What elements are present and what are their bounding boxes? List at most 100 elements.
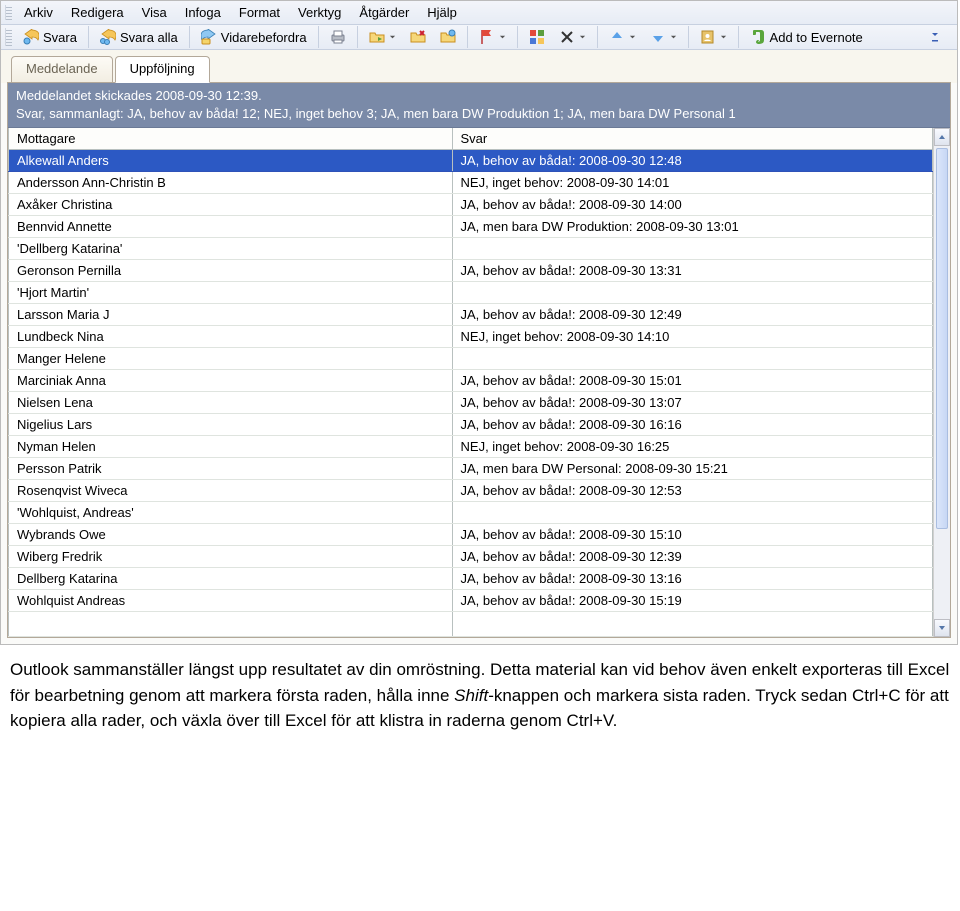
table-row[interactable]: Persson PatrikJA, men bara DW Personal: … [9, 458, 933, 480]
folder-move-icon [369, 29, 385, 45]
menubar: Arkiv Redigera Visa Infoga Format Verkty… [1, 1, 957, 25]
cell-answer: JA, behov av båda!: 2008-09-30 12:49 [452, 304, 932, 326]
find-button[interactable] [695, 26, 732, 48]
shift-key-text: Shift [454, 686, 488, 705]
caption-text: Outlook sammanställer längst upp resulta… [0, 645, 960, 750]
rules-icon [440, 29, 456, 45]
cell-recipient: Axåker Christina [9, 194, 453, 216]
cell-answer: JA, behov av båda!: 2008-09-30 12:53 [452, 480, 932, 502]
delete-message-button[interactable] [405, 26, 431, 48]
table-row[interactable]: Axåker ChristinaJA, behov av båda!: 2008… [9, 194, 933, 216]
chevron-down-icon [389, 34, 396, 41]
menu-arkiv[interactable]: Arkiv [16, 3, 61, 22]
separator [88, 26, 89, 48]
separator [738, 26, 739, 48]
table-row[interactable]: Rosenqvist WivecaJA, behov av båda!: 200… [9, 480, 933, 502]
next-item-button[interactable] [645, 26, 682, 48]
categorize-button[interactable] [524, 26, 550, 48]
flag-button[interactable] [474, 26, 511, 48]
table-row[interactable]: Nielsen LenaJA, behov av båda!: 2008-09-… [9, 392, 933, 414]
col-header-answer[interactable]: Svar [452, 128, 932, 150]
menu-redigera[interactable]: Redigera [63, 3, 132, 22]
cell-answer: JA, behov av båda!: 2008-09-30 12:48 [452, 150, 932, 172]
vertical-scrollbar[interactable] [933, 128, 950, 637]
tab-meddelande[interactable]: Meddelande [11, 56, 113, 83]
delete-icon [410, 29, 426, 45]
table-row[interactable]: Larsson Maria JJA, behov av båda!: 2008-… [9, 304, 933, 326]
table-row-blank [9, 612, 933, 637]
table-row[interactable]: Dellberg KatarinaJA, behov av båda!: 200… [9, 568, 933, 590]
address-book-icon [700, 29, 716, 45]
cell-answer: JA, behov av båda!: 2008-09-30 13:07 [452, 392, 932, 414]
table-row[interactable]: Nigelius LarsJA, behov av båda!: 2008-09… [9, 414, 933, 436]
previous-item-button[interactable] [604, 26, 641, 48]
cell-recipient: Nielsen Lena [9, 392, 453, 414]
table-row[interactable]: Bennvid AnnetteJA, men bara DW Produktio… [9, 216, 933, 238]
responses-table: Mottagare Svar Alkewall AndersJA, behov … [8, 128, 933, 637]
cell-recipient: 'Dellberg Katarina' [9, 238, 453, 260]
col-header-recipient[interactable]: Mottagare [9, 128, 453, 150]
toolbar-overflow-button[interactable] [925, 27, 953, 47]
cell-answer: JA, behov av båda!: 2008-09-30 13:16 [452, 568, 932, 590]
cell-recipient: Larsson Maria J [9, 304, 453, 326]
table-row[interactable]: Andersson Ann-Christin BNEJ, inget behov… [9, 172, 933, 194]
forward-label: Vidarebefordra [221, 30, 307, 45]
rules-button[interactable] [435, 26, 461, 48]
table-row[interactable]: Marciniak AnnaJA, behov av båda!: 2008-0… [9, 370, 933, 392]
cell-recipient: Bennvid Annette [9, 216, 453, 238]
table-row[interactable]: Lundbeck NinaNEJ, inget behov: 2008-09-3… [9, 326, 933, 348]
separator [189, 26, 190, 48]
table-row[interactable]: 'Hjort Martin' [9, 282, 933, 304]
followup-panel: Meddelandet skickades 2008-09-30 12:39. … [7, 82, 951, 638]
scroll-track[interactable] [934, 146, 950, 619]
scroll-up-button[interactable] [934, 128, 950, 146]
add-to-evernote-button[interactable]: Add to Evernote [745, 26, 868, 48]
reply-button[interactable]: Svara [18, 26, 82, 48]
separator [318, 26, 319, 48]
table-row[interactable]: Nyman HelenNEJ, inget behov: 2008-09-30 … [9, 436, 933, 458]
table-row[interactable]: Geronson PernillaJA, behov av båda!: 200… [9, 260, 933, 282]
menu-hjalp[interactable]: Hjälp [419, 3, 465, 22]
cell-answer: NEJ, inget behov: 2008-09-30 14:01 [452, 172, 932, 194]
categorize-icon [529, 29, 545, 45]
cell-answer [452, 348, 932, 370]
cell-answer: JA, behov av båda!: 2008-09-30 12:39 [452, 546, 932, 568]
cell-recipient: Rosenqvist Wiveca [9, 480, 453, 502]
cell-recipient: Dellberg Katarina [9, 568, 453, 590]
table-row[interactable]: Wohlquist AndreasJA, behov av båda!: 200… [9, 590, 933, 612]
table-row[interactable]: 'Dellberg Katarina' [9, 238, 933, 260]
print-icon [330, 29, 346, 45]
separator [517, 26, 518, 48]
toolbar-grip[interactable] [5, 5, 12, 20]
scroll-down-button[interactable] [934, 619, 950, 637]
reply-label: Svara [43, 30, 77, 45]
menu-verktyg[interactable]: Verktyg [290, 3, 349, 22]
table-row[interactable]: Alkewall AndersJA, behov av båda!: 2008-… [9, 150, 933, 172]
table-row[interactable]: Wiberg FredrikJA, behov av båda!: 2008-0… [9, 546, 933, 568]
chevron-down-icon [579, 34, 586, 41]
separator [688, 26, 689, 48]
menu-visa[interactable]: Visa [134, 3, 175, 22]
table-row[interactable]: 'Wohlquist, Andreas' [9, 502, 933, 524]
table-row[interactable]: Manger Helene [9, 348, 933, 370]
reply-all-button[interactable]: Svara alla [95, 26, 183, 48]
cell-answer: JA, behov av båda!: 2008-09-30 15:19 [452, 590, 932, 612]
forward-button[interactable]: Vidarebefordra [196, 26, 312, 48]
cell-answer [452, 502, 932, 524]
cell-recipient: 'Hjort Martin' [9, 282, 453, 304]
evernote-label: Add to Evernote [770, 30, 863, 45]
move-to-folder-button[interactable] [364, 26, 401, 48]
print-button[interactable] [325, 26, 351, 48]
menu-format[interactable]: Format [231, 3, 288, 22]
table-row[interactable]: Wybrands OweJA, behov av båda!: 2008-09-… [9, 524, 933, 546]
reply-icon [23, 29, 39, 45]
toolbar-grip[interactable] [5, 28, 12, 46]
cell-recipient: Geronson Pernilla [9, 260, 453, 282]
menu-infoga[interactable]: Infoga [177, 3, 229, 22]
tab-uppfoljning[interactable]: Uppföljning [115, 56, 210, 83]
scroll-thumb[interactable] [936, 148, 948, 528]
cell-recipient: Nyman Helen [9, 436, 453, 458]
arrow-up-icon [609, 29, 625, 45]
menu-atgarder[interactable]: Åtgärder [351, 3, 417, 22]
junk-button[interactable] [554, 26, 591, 48]
